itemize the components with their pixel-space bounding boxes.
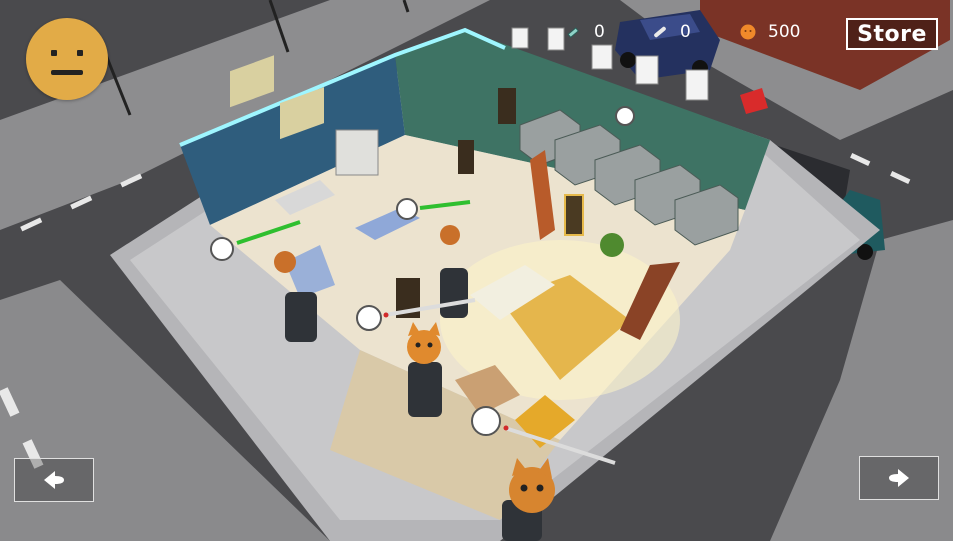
coin-count: 500 — [768, 22, 801, 42]
right-arrow-icon — [889, 469, 909, 487]
bookcase — [335, 129, 379, 176]
prev-button[interactable] — [14, 458, 94, 502]
store-button[interactable]: Store — [846, 18, 938, 50]
syringe-icon — [567, 27, 580, 39]
clock-icon — [396, 198, 418, 220]
syringe-count: 0 — [594, 22, 605, 42]
mood-eye-right — [77, 50, 83, 56]
door-back — [498, 88, 516, 124]
mood-face-icon — [26, 18, 108, 100]
next-button[interactable] — [859, 456, 939, 500]
door-middle — [458, 140, 474, 174]
pill-icon — [654, 26, 666, 38]
mood-mouth — [51, 70, 83, 75]
mood-eye-left — [51, 50, 57, 56]
medicine-counter: 0 — [652, 22, 691, 42]
door-right — [564, 194, 584, 236]
wall-clock-icon — [615, 106, 635, 126]
medicine-count: 0 — [680, 22, 691, 42]
clock-icon — [471, 406, 501, 436]
game-scene — [0, 0, 953, 541]
syringe-counter: 0 — [566, 22, 605, 42]
cat-coin-icon — [740, 24, 756, 40]
left-arrow-icon — [44, 471, 64, 489]
clock-icon — [210, 237, 234, 261]
plant — [600, 233, 624, 257]
coin-counter: 500 — [740, 22, 800, 42]
clock-icon — [356, 305, 382, 331]
